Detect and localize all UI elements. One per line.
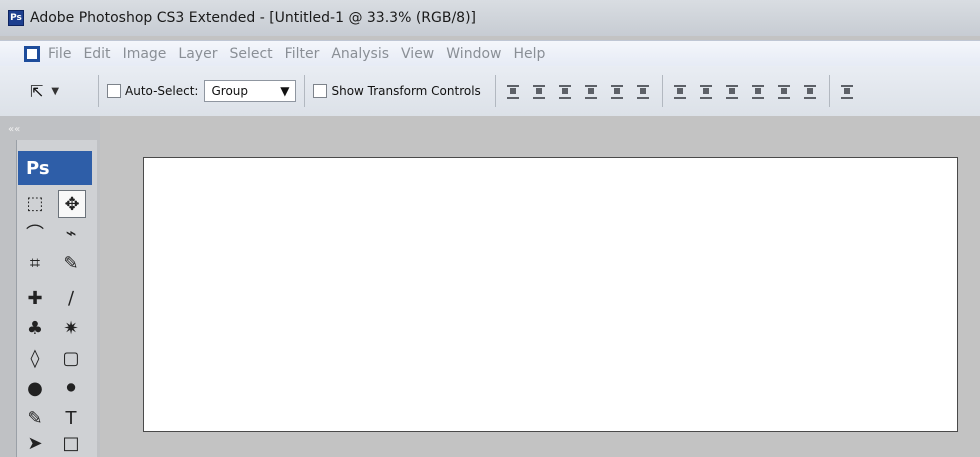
slice-tool-icon[interactable]: ✎ (58, 250, 84, 276)
separator (828, 75, 830, 107)
document-canvas[interactable] (143, 157, 958, 432)
pen-tool-icon[interactable]: ✎ (22, 405, 48, 431)
tool-row: ⬚ ✥ (22, 190, 86, 218)
tool-row: ➤ □ (22, 430, 84, 456)
separator (304, 75, 306, 107)
tool-row: ✚ ∕ (22, 285, 84, 311)
path-selection-tool-icon[interactable]: ➤ (22, 430, 48, 456)
healing-brush-tool-icon[interactable]: ✚ (22, 285, 48, 311)
menu-window[interactable]: Window (446, 46, 501, 62)
clone-stamp-tool-icon[interactable]: ♣ (22, 315, 48, 341)
shape-tool-icon[interactable]: □ (58, 430, 84, 456)
move-tool-icon: ⇱ (30, 81, 44, 101)
tool-preset-picker[interactable]: ⇱ ▼ (30, 82, 90, 101)
menu-bar: File Edit Image Layer Select Filter Anal… (0, 40, 980, 67)
distribute-right-edges-icon[interactable] (801, 82, 821, 100)
menu-image[interactable]: Image (123, 46, 167, 62)
tool-row: ♣ ✷ (22, 315, 84, 341)
menu-view[interactable]: View (401, 46, 434, 62)
separator (661, 75, 663, 107)
separator (494, 75, 496, 107)
tool-row: ◊ ▢ (22, 345, 84, 371)
align-top-edges-icon[interactable] (504, 82, 524, 100)
history-brush-tool-icon[interactable]: ✷ (58, 315, 84, 341)
document-window-icon[interactable] (24, 46, 40, 62)
auto-select-checkbox[interactable] (107, 84, 121, 98)
lasso-tool-icon[interactable]: ⌒ (22, 220, 48, 246)
menu-help[interactable]: Help (513, 46, 545, 62)
photoshop-logo: Ps (18, 151, 92, 185)
auto-select-value: Group (211, 84, 249, 98)
distribute-controls (671, 82, 821, 100)
auto-select-label: Auto-Select: (125, 84, 199, 98)
tool-row: ✎ T (22, 405, 84, 431)
auto-select-dropdown[interactable]: Group ▼ (204, 80, 297, 102)
photoshop-app-icon: Ps (8, 10, 24, 26)
crop-tool-icon[interactable]: ⌗ (22, 250, 48, 276)
eraser-tool-icon[interactable]: ◊ (22, 345, 48, 371)
menu-analysis[interactable]: Analysis (331, 46, 389, 62)
auto-align-layers-icon[interactable] (838, 82, 858, 100)
type-tool-icon[interactable]: T (58, 405, 84, 431)
options-bar: ⇱ ▼ Auto-Select: Group ▼ Show Transform … (0, 66, 980, 117)
title-bar: Ps Adobe Photoshop CS3 Extended - [Untit… (0, 0, 980, 36)
tool-row: ⌒ ⌁ (22, 220, 84, 246)
marquee-tool-icon[interactable]: ⬚ (22, 190, 48, 216)
magic-wand-tool-icon[interactable]: ⌁ (58, 220, 84, 246)
gradient-tool-icon[interactable]: ▢ (58, 345, 84, 371)
menu-select[interactable]: Select (229, 46, 272, 62)
align-bottom-edges-icon[interactable] (556, 82, 576, 100)
chevron-down-icon: ▼ (51, 85, 60, 97)
menu-edit[interactable]: Edit (83, 46, 110, 62)
tool-row: ⌗ ✎ (22, 250, 84, 276)
align-vertical-centers-icon[interactable] (530, 82, 550, 100)
align-controls (504, 82, 654, 100)
dodge-tool-icon[interactable]: ⚫ (58, 375, 84, 401)
show-transform-label: Show Transform Controls (331, 84, 481, 98)
brush-tool-icon[interactable]: ∕ (58, 285, 84, 311)
align-right-edges-icon[interactable] (634, 82, 654, 100)
tool-row: ● ⚫ (22, 375, 84, 401)
menu-layer[interactable]: Layer (178, 46, 217, 62)
blur-tool-icon[interactable]: ● (22, 375, 48, 401)
align-left-edges-icon[interactable] (582, 82, 602, 100)
distribute-left-edges-icon[interactable] (749, 82, 769, 100)
menu-filter[interactable]: Filter (285, 46, 320, 62)
show-transform-checkbox[interactable] (313, 84, 328, 98)
move-tool-icon[interactable]: ✥ (58, 190, 86, 218)
distribute-vertical-centers-icon[interactable] (697, 82, 717, 100)
window-title: Adobe Photoshop CS3 Extended - [Untitled… (30, 10, 477, 26)
align-horizontal-centers-icon[interactable] (608, 82, 628, 100)
chevron-down-icon: ▼ (280, 84, 290, 98)
collapse-panel-icon[interactable]: «« (8, 124, 20, 135)
distribute-bottom-edges-icon[interactable] (723, 82, 743, 100)
menu-file[interactable]: File (48, 46, 71, 62)
distribute-horizontal-centers-icon[interactable] (775, 82, 795, 100)
distribute-top-edges-icon[interactable] (671, 82, 691, 100)
separator (98, 75, 99, 107)
